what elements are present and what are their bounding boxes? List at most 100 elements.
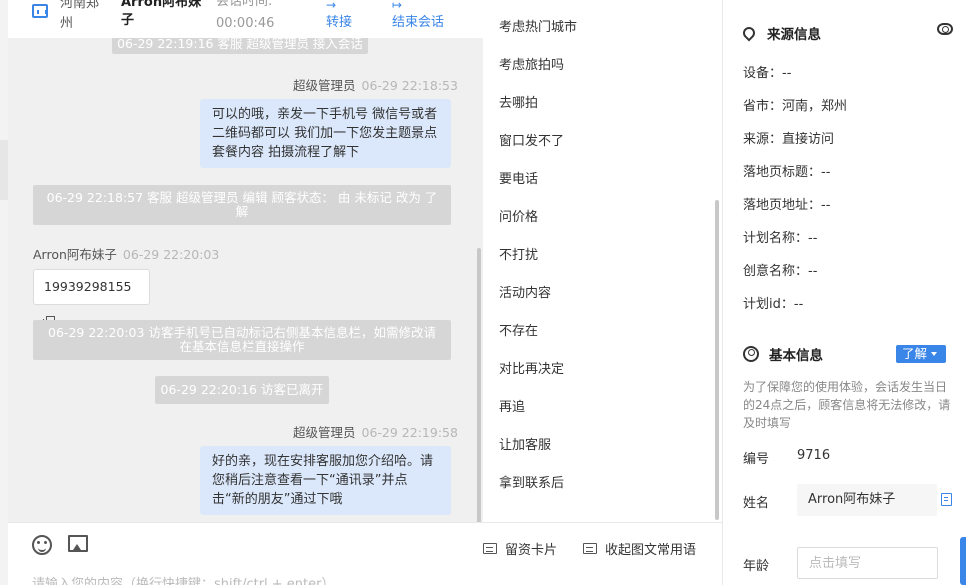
- end-session-button[interactable]: ↦ 结束会话: [392, 0, 444, 32]
- quick-reply-item[interactable]: 要电话: [499, 171, 538, 189]
- input-area: 请输入您的内容（换行快捷键：shift/ctrl + enter）: [8, 522, 483, 585]
- name-label: 姓名: [743, 496, 770, 511]
- exit-icon: ↦: [392, 0, 403, 12]
- message-meta: 超级管理员 06-29 22:18:53: [293, 75, 458, 94]
- chat-panel: 河南郑州 Arron阿布妹子 会话时间: 00:00:46 → 转接 ↦ 结束会…: [8, 0, 483, 585]
- name-field[interactable]: Arron阿布妹子: [797, 484, 937, 516]
- edit-notice: 为了保障您的使用体验，会话发生当日的24点之后，顾客信息将无法修改，请及时填写: [743, 380, 951, 430]
- plan-id-label: 计划id：: [743, 297, 794, 312]
- plan-id-row: 计划id：--: [743, 293, 803, 312]
- creative-value: --: [808, 264, 818, 279]
- landing-title-value: --: [821, 165, 831, 180]
- status-dropdown[interactable]: 了解: [896, 345, 946, 363]
- monitor-icon: [32, 4, 48, 18]
- device-value: --: [782, 66, 792, 81]
- message-time: 06-29 22:19:58: [361, 425, 458, 440]
- message-input[interactable]: 请输入您的内容（换行快捷键：shift/ctrl + enter）: [32, 573, 335, 585]
- landing-title-row: 落地页标题：--: [743, 161, 830, 180]
- quick-reply-item[interactable]: 活动内容: [499, 285, 551, 303]
- agent-message-bubble: 可以的哦，亲发一下手机号 微信号或者二维码都可以 我们加一下您发主题景点套餐内容…: [200, 99, 451, 168]
- creative-row: 创意名称：--: [743, 260, 817, 279]
- region-value: 河南，郑州: [782, 99, 848, 114]
- source-info-title: 来源信息: [740, 23, 821, 43]
- message-time: 06-29 22:18:53: [361, 78, 458, 93]
- chat-header: 河南郑州 Arron阿布妹子 会话时间: 00:00:46 → 转接 ↦ 结束会…: [8, 0, 483, 38]
- landing-title-label: 落地页标题：: [743, 165, 822, 180]
- app-root: 河南郑州 Arron阿布妹子 会话时间: 00:00:46 → 转接 ↦ 结束会…: [0, 0, 966, 585]
- message-meta: 超级管理员 06-29 22:19:58: [293, 422, 458, 441]
- quick-replies-panel: 考虑热门城市 考虑旅拍吗 去哪拍 窗口发不了 要电话 问价格 不打扰 活动内容 …: [483, 0, 723, 585]
- plan-id-value: --: [793, 297, 804, 312]
- emoji-icon[interactable]: [32, 535, 52, 555]
- message-time: 06-29 22:20:03: [122, 247, 220, 262]
- basic-info-title-text: 基本信息: [769, 348, 823, 364]
- basic-info-title: 基本信息: [743, 344, 823, 364]
- number-value: 9716: [797, 448, 831, 463]
- device-row: 设备：--: [743, 62, 791, 81]
- message-icon: [583, 543, 597, 554]
- lead-card-button[interactable]: 留资卡片: [483, 539, 557, 558]
- message-meta: Arron阿布妹子 06-29 22:20:03: [33, 244, 219, 263]
- copy-icon[interactable]: [941, 493, 952, 506]
- landing-url-value: --: [821, 198, 831, 213]
- region-row: 省市：河南，郑州: [743, 95, 847, 114]
- age-label: 年龄: [743, 559, 770, 574]
- visitor-info-panel: 来源信息 设备：-- 省市：河南，郑州 来源：直接访问 落地页标题：-- 落地页…: [723, 0, 966, 585]
- creative-label: 创意名称：: [743, 264, 809, 279]
- lead-card-label: 留资卡片: [505, 543, 558, 558]
- quick-reply-item[interactable]: 对比再决定: [499, 361, 564, 379]
- sender-name: 超级管理员: [293, 425, 356, 440]
- source-info-title-text: 来源信息: [767, 27, 821, 43]
- sender-name: 超级管理员: [293, 78, 356, 93]
- quick-reply-item[interactable]: 去哪拍: [499, 95, 538, 113]
- system-message: 06-29 22:20:03 访客手机号已自动标记右侧基本信息栏，如需修改请在基…: [33, 320, 451, 360]
- source-value: 直接访问: [782, 132, 835, 147]
- quick-replies-toolbar: 留资卡片 收起图文常用语: [483, 522, 723, 585]
- device-label: 设备：: [743, 66, 783, 81]
- source-row: 来源：直接访问: [743, 128, 834, 147]
- message-list[interactable]: 06-29 22:19:16 客服 超级管理员 接入会话 超级管理员 06-29 …: [8, 38, 483, 522]
- collapse-phrases-label: 收起图文常用语: [605, 543, 697, 558]
- quick-reply-item[interactable]: 再追: [499, 399, 525, 417]
- collapse-phrases-button[interactable]: 收起图文常用语: [583, 539, 696, 558]
- quick-reply-item[interactable]: 拿到联系后: [499, 475, 564, 493]
- caret-down-icon: [931, 352, 938, 356]
- sidebar-highlight: [0, 140, 8, 200]
- agent-message-bubble: 好的亲，现在安排客服加您介绍哈。请您稍后注意查看一下“通讯录”并点击“新的朋友”…: [200, 446, 451, 515]
- transfer-arrow-icon: →: [326, 0, 337, 12]
- phone-number-text: 19939298155: [44, 279, 132, 294]
- side-tab[interactable]: [960, 537, 966, 585]
- quick-replies-scrollbar[interactable]: [715, 200, 719, 520]
- end-session-label: 结束会话: [392, 15, 445, 30]
- left-sidebar-strip: [0, 0, 8, 585]
- quick-reply-item[interactable]: 不打扰: [499, 247, 538, 265]
- system-message: 06-29 22:19:16 客服 超级管理员 接入会话: [112, 38, 368, 54]
- visitor-name: Arron阿布妹子: [121, 0, 202, 28]
- region-label: 省市：: [743, 99, 783, 114]
- chat-scrollbar[interactable]: [477, 248, 481, 522]
- eye-icon[interactable]: [937, 23, 953, 35]
- visitor-message-bubble: 19939298155: [33, 269, 150, 330]
- age-input[interactable]: [797, 547, 938, 579]
- plan-name-label: 计划名称：: [743, 231, 809, 246]
- user-icon: [743, 346, 759, 362]
- visitor-location: 河南郑州: [60, 0, 100, 31]
- duration-label: 会话时间:: [216, 0, 273, 9]
- card-icon: [483, 543, 497, 554]
- session-duration: 00:00:46: [216, 16, 275, 31]
- quick-reply-item[interactable]: 考虑旅拍吗: [499, 57, 564, 75]
- transfer-button[interactable]: → 转接: [326, 0, 352, 32]
- source-label: 来源：: [743, 132, 783, 147]
- image-icon[interactable]: [68, 535, 88, 552]
- plan-name-row: 计划名称：--: [743, 227, 817, 246]
- status-value: 了解: [902, 346, 928, 361]
- quick-reply-item[interactable]: 让加客服: [499, 437, 551, 455]
- quick-reply-item[interactable]: 考虑热门城市: [499, 19, 577, 37]
- quick-reply-item[interactable]: 问价格: [499, 209, 538, 227]
- sender-name: Arron阿布妹子: [33, 247, 117, 262]
- quick-reply-item[interactable]: 窗口发不了: [499, 133, 564, 151]
- quick-reply-item[interactable]: 不存在: [499, 323, 538, 341]
- plan-name-value: --: [808, 231, 818, 246]
- landing-url-label: 落地页地址：: [743, 198, 822, 213]
- number-label: 编号: [743, 452, 770, 467]
